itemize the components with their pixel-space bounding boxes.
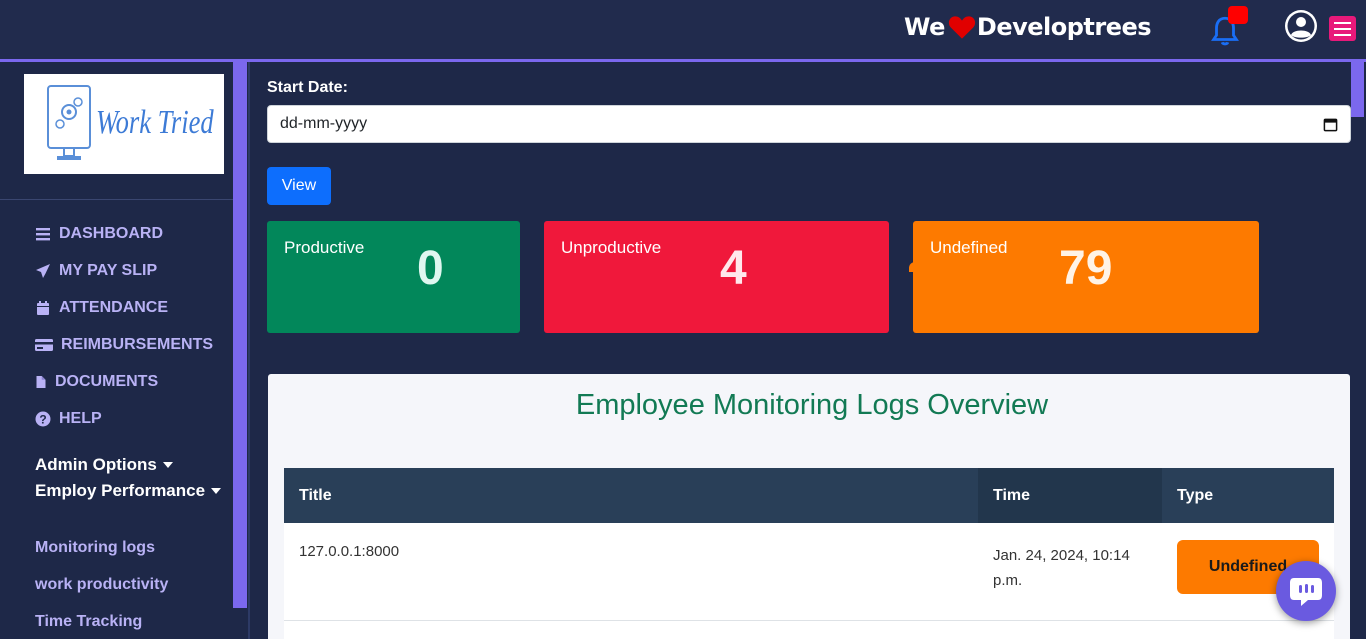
date-placeholder: dd-mm-yyyy	[280, 115, 368, 132]
productive-label: Productive	[284, 238, 365, 257]
heart-icon	[948, 16, 975, 39]
bars-icon	[36, 228, 50, 241]
column-header-type: Type	[1177, 486, 1214, 504]
employ-performance-label: Employ Performance	[35, 481, 206, 500]
sidebar-item-reimbursements[interactable]: REIMBURSEMENTS	[35, 335, 213, 355]
calendar-icon	[37, 301, 49, 315]
top-navbar	[0, 0, 1366, 60]
view-button[interactable]: View	[267, 167, 331, 205]
undefined-card: Undefined 79	[913, 221, 1259, 333]
caret-down-icon	[162, 462, 173, 468]
logs-panel: Employee Monitoring Logs Overview Title …	[268, 374, 1350, 639]
productive-count: 0	[417, 242, 444, 295]
caret-down-icon	[211, 488, 222, 494]
undefined-label: Undefined	[930, 238, 1008, 257]
sidebar-item-documents[interactable]: DOCUMENTS	[35, 372, 158, 392]
menu-line	[1334, 33, 1351, 36]
question-circle-icon: ?	[35, 411, 51, 427]
brand-title: We Developtrees	[904, 12, 1152, 42]
row-type-badge[interactable]	[909, 262, 1051, 272]
column-header-time: Time	[978, 468, 1162, 523]
sidebar-divider	[0, 199, 233, 200]
hamburger-menu-button[interactable]	[1329, 16, 1356, 41]
main-scrollbar[interactable]	[1351, 62, 1364, 117]
chat-bubble-icon	[1290, 578, 1322, 606]
user-avatar-icon[interactable]	[1283, 8, 1319, 44]
sidebar-item-label: ATTENDANCE	[59, 299, 169, 316]
notification-badge	[1228, 6, 1248, 24]
sidebar-item-time-tracking[interactable]: Time Tracking	[35, 613, 142, 631]
row-time: Jan. 24, 2024, 10:14 p.m.	[993, 547, 1130, 589]
sidebar-item-label: DASHBOARD	[59, 225, 163, 242]
credit-card-icon	[35, 339, 53, 351]
calendar-picker-icon[interactable]	[1323, 117, 1338, 132]
sidebar-item-monitoring-logs[interactable]: Monitoring logs	[35, 539, 155, 557]
unproductive-count: 4	[720, 242, 747, 295]
undefined-count: 79	[1059, 242, 1113, 295]
employ-performance-dropdown[interactable]: Employ Performance	[35, 481, 222, 501]
sidebar-item-work-productivity[interactable]: work productivity	[35, 576, 168, 594]
unproductive-label: Unproductive	[561, 238, 662, 257]
sidebar-item-label: DOCUMENTS	[55, 373, 159, 390]
start-date-input[interactable]: dd-mm-yyyy	[267, 105, 1351, 143]
menu-line	[1334, 27, 1351, 30]
admin-options-dropdown[interactable]: Admin Options	[35, 455, 173, 475]
sidebar-scrollbar[interactable]	[233, 62, 247, 608]
row-title: 127.0.0.1:8000	[299, 543, 400, 560]
company-logo[interactable]: Work Tried	[24, 74, 224, 174]
unproductive-card: Unproductive 4	[544, 221, 889, 333]
table-header: Title Time Type	[284, 468, 1334, 523]
panel-title: Employee Monitoring Logs Overview	[575, 389, 1049, 421]
sidebar-item-label: HELP	[59, 410, 102, 427]
sidebar: Work Tried DASHBOARD MY PAY SLIP ATTENDA…	[0, 62, 233, 639]
productive-card: Productive 0	[267, 221, 520, 333]
menu-line	[1334, 21, 1351, 24]
column-header-title: Title	[299, 486, 332, 504]
paper-plane-icon	[36, 264, 50, 278]
svg-text:?: ?	[39, 413, 46, 427]
table-row: 127.0.0.1:8000 Jan. 24, 2024, 10:14 p.m.…	[284, 523, 1334, 621]
brand-right: Developtrees	[976, 13, 1152, 41]
monitor-gears-icon	[47, 85, 91, 160]
admin-options-label: Admin Options	[35, 455, 157, 474]
sidebar-item-attendance[interactable]: ATTENDANCE	[35, 298, 168, 318]
brand-left: We	[904, 13, 945, 41]
chat-widget-button[interactable]	[1276, 561, 1336, 621]
sidebar-item-dashboard[interactable]: DASHBOARD	[35, 224, 163, 244]
file-icon	[36, 376, 46, 388]
sidebar-item-my-pay-slip[interactable]: MY PAY SLIP	[35, 261, 157, 281]
sidebar-item-help[interactable]: ? HELP	[35, 409, 102, 429]
sidebar-item-label: MY PAY SLIP	[59, 262, 158, 279]
sidebar-border	[248, 62, 250, 639]
logo-text: Work Tried	[96, 104, 214, 141]
start-date-label: Start Date:	[267, 79, 348, 96]
sidebar-item-label: REIMBURSEMENTS	[61, 336, 214, 353]
table-row	[284, 621, 1334, 639]
